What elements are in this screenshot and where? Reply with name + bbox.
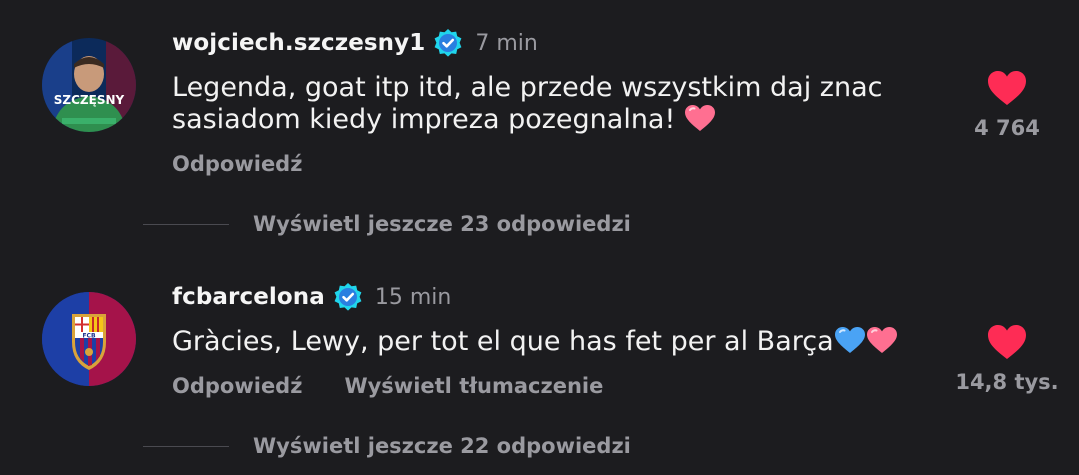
username[interactable]: wojciech.szczesny1 [172, 30, 425, 56]
comment-text-line-2-text: sasiadom kiedy impreza pozegnalna! [172, 104, 684, 135]
comment-text: Gràcies, Lewy, per tot el que has fet pe… [172, 326, 898, 358]
comment-actions: Odpowiedź [172, 152, 302, 176]
view-more-replies-label[interactable]: Wyświetl jeszcze 23 odpowiedzi [253, 212, 631, 236]
reply-divider [143, 223, 229, 225]
reply-button[interactable]: Odpowiedź [172, 374, 302, 398]
reply-button[interactable]: Odpowiedź [172, 152, 302, 176]
comment-header: fcbarcelona 15 min [172, 280, 451, 314]
timestamp: 7 min [475, 30, 538, 56]
comment-text-line: Legenda, goat itp itd, ale przede wszyst… [172, 72, 883, 103]
like-count: 4 764 [974, 116, 1040, 140]
translate-button[interactable]: Wyświetl tłumaczenie [344, 374, 603, 398]
heart-icon[interactable] [987, 70, 1027, 106]
like-group: 4 764 [947, 70, 1067, 140]
blue-heart-emoji [834, 327, 865, 353]
avatar-image: SZCZĘSNY [42, 38, 136, 132]
view-more-replies-label[interactable]: Wyświetl jeszcze 22 odpowiedzi [253, 434, 631, 458]
comment-actions: Odpowiedź Wyświetl tłumaczenie [172, 374, 603, 398]
avatar-image: FCB [42, 292, 136, 386]
username[interactable]: fcbarcelona [172, 284, 325, 310]
comment-text-line-2: sasiadom kiedy impreza pozegnalna! [172, 104, 932, 136]
avatar[interactable]: SZCZĘSNY [42, 38, 136, 132]
verified-badge-icon [334, 283, 362, 311]
avatar[interactable]: FCB [42, 292, 136, 386]
view-more-replies[interactable]: Wyświetl jeszcze 23 odpowiedzi [143, 212, 631, 236]
like-count: 14,8 tys. [955, 370, 1059, 394]
like-group: 14,8 tys. [947, 324, 1067, 394]
verified-badge-icon [434, 29, 462, 57]
avatar-name-text: SZCZĘSNY [54, 93, 125, 107]
pink-heart-emoji [866, 327, 897, 353]
timestamp: 15 min [374, 284, 452, 310]
comment-item: SZCZĘSNY wojciech.szczesny1 7 min Legend… [0, 0, 1079, 210]
heart-icon[interactable] [987, 324, 1027, 360]
reply-divider [143, 445, 229, 447]
comment-text: Legenda, goat itp itd, ale przede wszyst… [172, 72, 932, 136]
pink-heart-emoji [684, 105, 715, 131]
view-more-replies[interactable]: Wyświetl jeszcze 22 odpowiedzi [143, 434, 631, 458]
comment-text-content: Gràcies, Lewy, per tot el que has fet pe… [172, 326, 834, 357]
comment-item: FCB fcbarcelona 15 min Gràcies, Lewy, pe… [0, 262, 1079, 432]
comment-header: wojciech.szczesny1 7 min [172, 26, 538, 60]
